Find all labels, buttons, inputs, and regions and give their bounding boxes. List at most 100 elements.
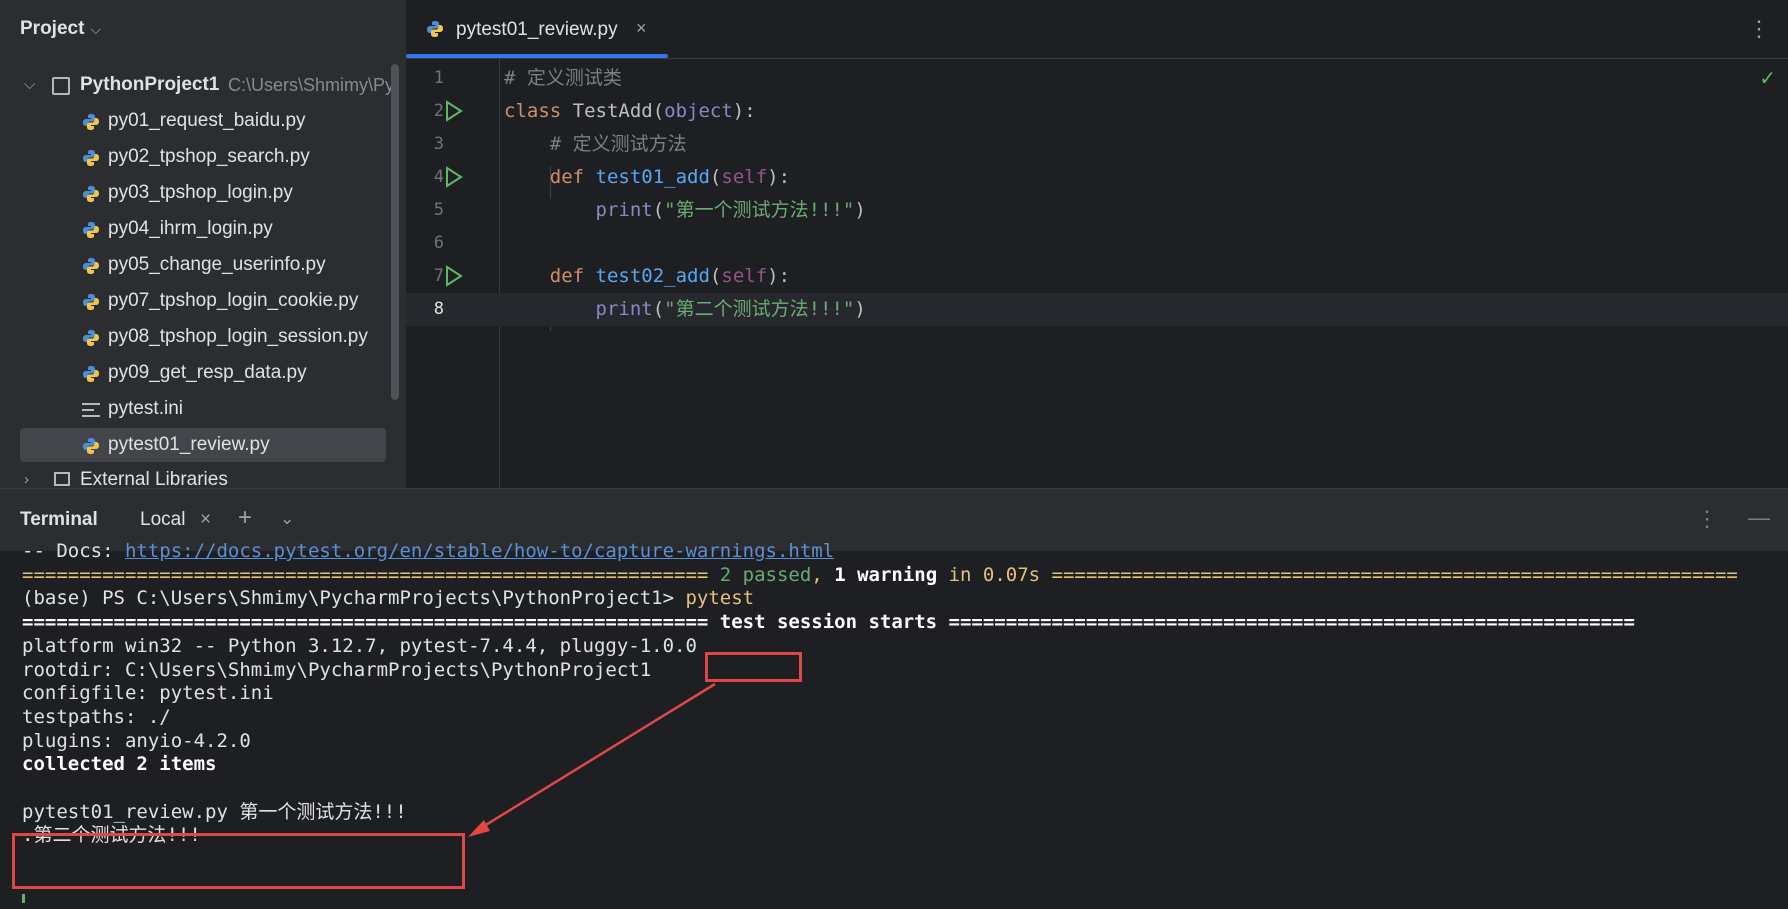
code-text: # 定义测试方法 (504, 128, 687, 161)
tab-pytest01-review[interactable]: pytest01_review.py × (406, 0, 668, 58)
project-panel: Project ⌵ ⌵ PythonProject1 C:\Users\Shmim… (0, 0, 406, 488)
python-file-icon (83, 294, 99, 310)
code-editor[interactable]: pytest01_review.py × ⋮ ✓ 1 # 定义测试类 2 class … (406, 0, 1788, 488)
close-icon[interactable]: × (636, 18, 647, 39)
project-root-path: C:\Users\Shmimy\Py (228, 75, 395, 95)
code-text: def test01_add(self): (504, 161, 790, 194)
chevron-down-icon[interactable]: ⌄ (280, 509, 294, 529)
line-number: 6 (433, 233, 444, 253)
chevron-right-icon[interactable]: › (24, 463, 29, 488)
code-token: ( (709, 166, 722, 188)
code-token: print (595, 199, 653, 221)
library-icon (54, 472, 70, 486)
terminal-output[interactable]: -- Docs: https://docs.pytest.org/en/stab… (0, 540, 1788, 909)
python-file-icon (83, 366, 99, 382)
file-name: py04_ihrm_login.py (108, 218, 273, 239)
file-name: py01_request_baidu.py (108, 110, 306, 131)
code-text: class TestAdd(object): (504, 95, 756, 128)
code-token: object (664, 100, 733, 122)
python-file-icon (83, 330, 99, 346)
code-line[interactable]: 3 # 定义测试方法 (406, 128, 1788, 161)
add-terminal-icon[interactable]: + (238, 504, 252, 532)
file-name: py03_tpshop_login.py (108, 182, 293, 203)
line-number: 8 (433, 299, 444, 319)
editor-tab-bar: pytest01_review.py × ⋮ (406, 0, 1788, 59)
code-token: ): (767, 166, 791, 188)
tab-label: pytest01_review.py (456, 19, 618, 40)
text-file-icon (82, 403, 100, 421)
python-file-icon (83, 438, 99, 454)
code-line[interactable]: 5 print("第一个测试方法!!!") (406, 194, 1788, 227)
code-token: ): (732, 100, 756, 122)
line-number: 3 (433, 134, 444, 154)
code-line[interactable]: 6 (406, 227, 1788, 260)
code-line[interactable]: 7 def test02_add(self): (406, 260, 1788, 293)
code-token: def (549, 265, 596, 287)
code-text: print("第二个测试方法!!!") (504, 293, 866, 326)
code-token: self (721, 166, 768, 188)
file-name: py08_tpshop_login_session.py (108, 326, 368, 347)
file-name: py09_get_resp_data.py (108, 362, 307, 383)
python-file-icon (83, 150, 99, 166)
code-token: "第二个测试方法!!!" (664, 298, 855, 320)
python-file-icon (83, 186, 99, 202)
active-tab-indicator (406, 54, 668, 58)
terminal-panel: Terminal Local × + ⌄ ⋮ — -- Docs: https:… (0, 488, 1788, 909)
close-icon[interactable]: × (200, 509, 211, 531)
annotation-arrow (468, 682, 716, 837)
code-line[interactable]: 2 class TestAdd(object): (406, 95, 1788, 128)
code-token: ) (854, 199, 866, 221)
line-number: 5 (433, 200, 444, 220)
code-token: test02_add (595, 265, 710, 287)
terminal-tab-local[interactable]: Local (140, 509, 185, 531)
code-token: # 定义测试类 (504, 67, 622, 89)
code-token: ( (709, 265, 722, 287)
python-file-icon (83, 258, 99, 274)
project-root-name: PythonProject1 (80, 74, 220, 95)
file-name: pytest01_review.py (108, 434, 270, 455)
python-file-icon (427, 21, 443, 37)
run-test-icon[interactable] (444, 166, 464, 188)
project-scrollbar[interactable] (391, 64, 399, 400)
code-text: print("第一个测试方法!!!") (504, 194, 866, 227)
code-token: ( (652, 298, 665, 320)
line-number: 7 (433, 266, 444, 286)
chevron-down-icon[interactable]: ⌵ (24, 68, 35, 102)
python-file-icon (83, 114, 99, 130)
code-token: class (504, 100, 573, 122)
line-number: 1 (433, 68, 444, 88)
more-options-icon[interactable]: ⋮ (1696, 506, 1718, 532)
project-view-selector[interactable]: Project ⌵ (20, 18, 101, 40)
code-token: ( (652, 199, 665, 221)
external-libraries-label: External Libraries (80, 469, 228, 488)
file-name: py02_tpshop_search.py (108, 146, 310, 167)
code-token: def (549, 166, 596, 188)
line-number: 2 (433, 101, 444, 121)
tree-file-item[interactable]: pytest01_review.py (20, 428, 386, 462)
run-test-icon[interactable] (444, 100, 464, 122)
code-token: ): (767, 265, 791, 287)
code-token: # 定义测试方法 (549, 133, 687, 155)
file-name: py07_tpshop_login_cookie.py (108, 290, 359, 311)
code-text: def test02_add(self): (504, 260, 790, 293)
code-text: # 定义测试类 (504, 62, 622, 95)
code-line[interactable]: 1 # 定义测试类 (406, 62, 1788, 95)
code-token: "第一个测试方法!!!" (664, 199, 855, 221)
chevron-down-icon: ⌵ (90, 21, 102, 37)
more-options-icon[interactable]: ⋮ (1748, 16, 1770, 42)
minimize-icon[interactable]: — (1748, 505, 1770, 531)
code-line[interactable]: 4 def test01_add(self): (406, 161, 1788, 194)
run-test-icon[interactable] (444, 265, 464, 287)
code-token: TestAdd( (572, 100, 665, 122)
code-token: self (721, 265, 768, 287)
line-number: 4 (433, 167, 444, 187)
file-name: pytest.ini (108, 398, 183, 419)
code-line[interactable]: 8 print("第二个测试方法!!!") (406, 293, 1788, 326)
terminal-cursor (22, 894, 25, 903)
terminal-title: Terminal (20, 509, 98, 530)
